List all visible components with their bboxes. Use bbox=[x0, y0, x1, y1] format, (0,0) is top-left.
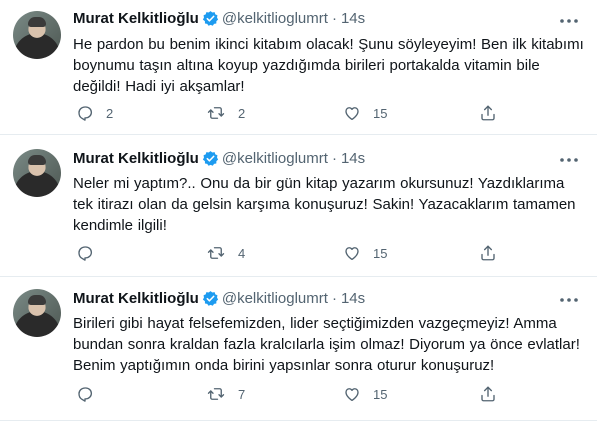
verified-badge-icon bbox=[202, 290, 219, 307]
share-icon bbox=[479, 104, 497, 122]
share-button[interactable] bbox=[479, 244, 497, 262]
avatar[interactable] bbox=[13, 289, 61, 337]
tweet-time[interactable]: 14s bbox=[341, 10, 365, 27]
tweet-actions: 2 2 15 bbox=[73, 104, 503, 126]
retweet-button[interactable]: 2 bbox=[206, 104, 245, 122]
reply-icon bbox=[76, 104, 94, 122]
more-options-icon[interactable] bbox=[559, 292, 579, 308]
like-button[interactable]: 15 bbox=[343, 385, 387, 403]
tweet-actions: 4 15 bbox=[73, 244, 503, 266]
tweet-text: He pardon bu benim ikinci kitabım olacak… bbox=[73, 36, 584, 95]
reply-button[interactable] bbox=[76, 385, 106, 403]
retweet-button[interactable]: 4 bbox=[206, 244, 245, 262]
share-button[interactable] bbox=[479, 104, 497, 122]
more-options-icon[interactable] bbox=[559, 13, 579, 29]
tweet[interactable]: Murat Kelkitlioğlu @kelkitlioglumrt · 14… bbox=[0, 136, 597, 277]
avatar[interactable] bbox=[13, 149, 61, 197]
share-icon bbox=[479, 385, 497, 403]
retweet-count: 4 bbox=[238, 245, 246, 261]
author-name[interactable]: Murat Kelkitlioğlu bbox=[73, 290, 199, 307]
like-count: 15 bbox=[373, 105, 388, 121]
tweet-text: Neler mi yaptım?.. Onu da bir gün kitap … bbox=[73, 175, 576, 234]
like-count: 15 bbox=[373, 386, 388, 402]
reply-count: 2 bbox=[106, 105, 114, 121]
tweet-actions: 7 15 bbox=[73, 385, 503, 407]
avatar[interactable] bbox=[13, 11, 61, 59]
tweet[interactable]: Murat Kelkitlioğlu @kelkitlioglumrt · 14… bbox=[0, 278, 597, 421]
tweet[interactable]: Murat Kelkitlioğlu @kelkitlioglumrt · 14… bbox=[0, 0, 597, 135]
tweet-time[interactable]: 14s bbox=[341, 150, 365, 167]
more-options-icon[interactable] bbox=[559, 152, 579, 168]
share-icon bbox=[479, 244, 497, 262]
like-button[interactable]: 15 bbox=[343, 244, 387, 262]
like-count: 15 bbox=[373, 245, 388, 261]
separator-dot: · bbox=[331, 10, 337, 27]
retweet-icon bbox=[206, 244, 226, 262]
author-name[interactable]: Murat Kelkitlioğlu bbox=[73, 150, 199, 167]
tweet-header: Murat Kelkitlioğlu @kelkitlioglumrt · 14… bbox=[73, 150, 365, 167]
like-icon bbox=[343, 104, 361, 122]
like-icon bbox=[343, 244, 361, 262]
author-name[interactable]: Murat Kelkitlioğlu bbox=[73, 10, 199, 27]
retweet-count: 7 bbox=[238, 386, 246, 402]
retweet-count: 2 bbox=[238, 105, 246, 121]
retweet-icon bbox=[206, 385, 226, 403]
share-button[interactable] bbox=[479, 385, 497, 403]
reply-icon bbox=[76, 385, 94, 403]
reply-icon bbox=[76, 244, 94, 262]
tweet-time[interactable]: 14s bbox=[341, 290, 365, 307]
author-handle[interactable]: @kelkitlioglumrt bbox=[222, 150, 328, 167]
like-button[interactable]: 15 bbox=[343, 104, 387, 122]
author-handle[interactable]: @kelkitlioglumrt bbox=[222, 10, 328, 27]
separator-dot: · bbox=[331, 290, 337, 307]
reply-button[interactable] bbox=[76, 244, 106, 262]
tweet-text: Birileri gibi hayat felsefemizden, lider… bbox=[73, 315, 580, 374]
separator-dot: · bbox=[331, 150, 337, 167]
retweet-button[interactable]: 7 bbox=[206, 385, 245, 403]
tweet-header: Murat Kelkitlioğlu @kelkitlioglumrt · 14… bbox=[73, 290, 365, 307]
retweet-icon bbox=[206, 104, 226, 122]
verified-badge-icon bbox=[202, 10, 219, 27]
author-handle[interactable]: @kelkitlioglumrt bbox=[222, 290, 328, 307]
like-icon bbox=[343, 385, 361, 403]
reply-button[interactable]: 2 bbox=[76, 104, 113, 122]
tweet-header: Murat Kelkitlioğlu @kelkitlioglumrt · 14… bbox=[73, 10, 365, 27]
verified-badge-icon bbox=[202, 150, 219, 167]
